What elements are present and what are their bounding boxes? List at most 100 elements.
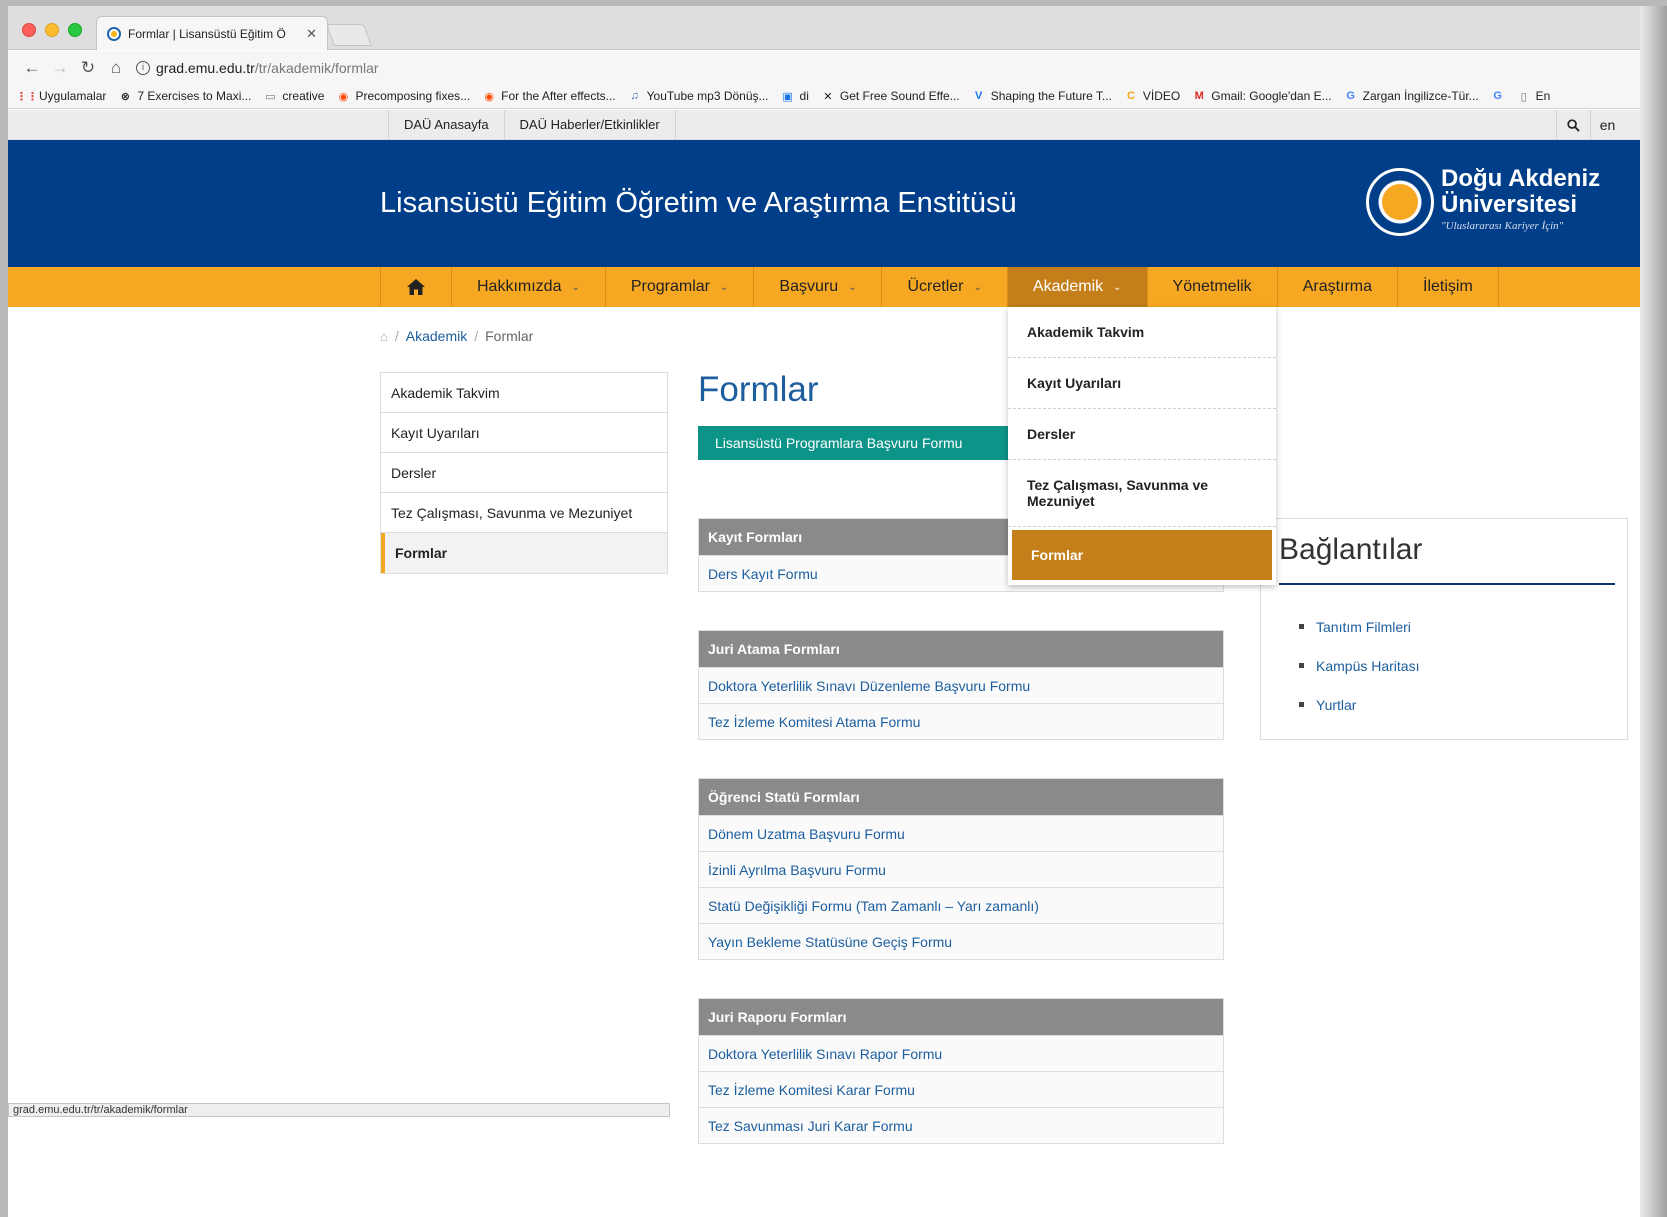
window-edge-shadow [1640,6,1667,1217]
form-section-heading: Juri Raporu Formları [699,999,1223,1035]
links-panel-item[interactable]: Tanıtım Filmleri [1299,607,1419,646]
logo-line-2: Üniversitesi [1441,191,1578,218]
bookmark-item[interactable]: M Gmail: Google'dan E... [1192,89,1332,103]
gmail-icon: M [1194,90,1204,102]
site-favicon-icon [107,26,121,41]
page-icon: ▯ [1520,90,1527,103]
circle-x-icon: ⊗ [120,90,130,103]
new-tab-button[interactable] [325,24,373,46]
browser-tab[interactable]: Formlar | Lisansüstü Eğitim Ö ✕ [96,16,328,50]
form-link[interactable]: Statü Değişikliği Formu (Tam Zamanlı – Y… [699,887,1223,923]
links-panel-item[interactable]: Kampüs Haritası [1299,646,1419,685]
form-section: Öğrenci Statü Formları Dönem Uzatma Başvu… [698,778,1224,960]
links-panel-title: Bağlantılar [1279,533,1423,566]
nav-item-5[interactable]: Akademik ⌄ [1007,267,1148,307]
home-icon[interactable]: ⌂ [102,58,130,78]
main-navigation: Hakkımızda ⌄ Programlar ⌄ Başvuru ⌄ Ücretler ⌄ A… [8,267,1667,307]
bookmark-item[interactable]: ◉ Precomposing fixes... [336,89,471,103]
nav-item-label: Programlar [630,278,710,295]
search-icon[interactable] [1556,110,1590,140]
dropdown-item[interactable]: Formlar [1012,530,1272,580]
dropdown-item[interactable]: Tez Çalışması, Savunma ve Mezuniyet [1008,460,1276,527]
nav-item-6[interactable]: Yönetmelik [1148,267,1278,307]
bookmark-item[interactable]: ◉ For the After effects... [482,89,616,103]
nav-item-1[interactable]: Hakkımızda ⌄ [452,267,606,307]
tab-close-icon[interactable]: ✕ [306,26,317,42]
v-logo-icon: V [975,90,983,102]
bookmark-label: YouTube mp3 Dönüş... [646,89,769,103]
nav-item-8[interactable]: İletişim [1398,267,1499,307]
nav-item-4[interactable]: Ücretler ⌄ [882,267,1008,307]
side-menu-item[interactable]: Akademik Takvim [381,373,667,413]
dropdown-item[interactable]: Kayıt Uyarıları [1008,358,1276,409]
bookmark-item[interactable]: ▣ di [781,89,809,103]
maximize-window-button[interactable] [68,23,82,37]
chevron-down-icon: ⌄ [973,281,982,293]
info-icon[interactable]: i [136,60,150,75]
dropdown-item[interactable]: Dersler [1008,409,1276,460]
url-host: grad.emu.edu.tr [156,59,255,76]
form-link[interactable]: Yayın Bekleme Statüsüne Geçiş Formu [699,923,1223,959]
bookmark-item[interactable]: ⋮⋮ Uygulamalar [16,89,106,103]
dropdown-item[interactable]: Akademik Takvim [1008,307,1276,358]
bookmark-item[interactable]: V Shaping the Future T... [972,89,1112,103]
form-link[interactable]: Tez İzleme Komitesi Atama Formu [699,703,1223,739]
side-menu-item[interactable]: Dersler [381,453,667,493]
reload-icon[interactable]: ↻ [74,58,102,78]
form-link[interactable]: Dönem Uzatma Başvuru Formu [699,815,1223,851]
tab-strip: Formlar | Lisansüstü Eğitim Ö ✕ [8,6,1667,50]
bookmark-item[interactable]: ▯ En [1517,89,1551,103]
breadcrumb-separator: / [474,328,479,344]
back-arrow-icon[interactable]: ← [18,58,46,78]
site-title[interactable]: Lisansüstü Eğitim Öğretim ve Araştırma E… [380,187,1017,220]
nav-item-2[interactable]: Programlar ⌄ [606,267,755,307]
form-section: Juri Atama Formları Doktora Yeterlilik Sı… [698,630,1224,740]
form-link[interactable]: Doktora Yeterlilik Sınavı Düzenleme Başv… [699,667,1223,703]
bookmark-label: For the After effects... [501,89,616,103]
logo-line-1: Doğu Akdeniz [1441,165,1601,192]
nav-item-3[interactable]: Başvuru ⌄ [754,267,883,307]
form-link[interactable]: İzinli Ayrılma Başvuru Formu [699,851,1223,887]
bookmark-item[interactable]: ♫ YouTube mp3 Dönüş... [628,89,769,103]
side-menu-item[interactable]: Formlar [381,533,667,573]
breadcrumb-item-akademik[interactable]: Akademik [406,328,467,344]
university-seal-icon[interactable] [1366,168,1434,236]
address-bar[interactable]: i grad.emu.edu.tr/tr/akademik/formlar [136,56,379,80]
topbar-link-haberler[interactable]: DAÜ Haberler/Etkinlikler [503,110,676,140]
form-link[interactable]: Tez İzleme Komitesi Karar Formu [699,1071,1223,1107]
bookmark-label: En [1535,89,1551,103]
nav-home-button[interactable] [381,267,452,307]
side-menu-item[interactable]: Tez Çalışması, Savunma ve Mezuniyet [381,493,667,533]
breadcrumb-home-icon[interactable]: ⌂ [380,329,388,344]
side-menu-item[interactable]: Kayıt Uyarıları [381,413,667,453]
university-logo[interactable]: Doğu Akdeniz Üniversitesi "Uluslararası … [1441,165,1601,233]
bookmark-item[interactable]: ⊗ 7 Exercises to Maxi... [118,89,252,103]
bookmark-item[interactable]: ▭ creative [263,89,324,103]
bookmark-label: creative [282,89,325,103]
bookmark-label: VİDEO [1142,89,1181,103]
close-window-button[interactable] [22,23,36,37]
bookmark-item[interactable]: G [1491,89,1505,103]
form-link[interactable]: Doktora Yeterlilik Sınavı Rapor Formu [699,1035,1223,1071]
links-panel-item[interactable]: Yurtlar [1299,685,1419,724]
form-section: Juri Raporu Formları Doktora Yeterlilik S… [698,998,1224,1144]
breadcrumb-item-current: Formlar [485,328,534,344]
language-switch[interactable]: en [1590,110,1624,140]
reddit-icon: ◉ [338,90,349,103]
nav-item-label: Ücretler [907,278,964,295]
topbar-link-anasayfa[interactable]: DAÜ Anasayfa [388,110,504,140]
bullet-icon [1299,624,1304,629]
forward-arrow-icon[interactable]: → [46,58,74,78]
bookmark-item[interactable]: C VİDEO [1124,89,1180,103]
nav-item-7[interactable]: Araştırma [1278,267,1399,307]
bookmarks-bar: ⋮⋮ Uygulamalar ⊗ 7 Exercises to Maxi... ▭ cre… [8,84,1667,109]
chevron-down-icon: ⌄ [720,281,729,293]
form-link[interactable]: Tez Savunması Juri Karar Formu [699,1107,1223,1143]
bookmark-item[interactable]: G Zargan İngilizce-Tür... [1344,89,1479,103]
minimize-window-button[interactable] [45,23,59,37]
bookmark-item[interactable]: ✕ Get Free Sound Effe... [821,89,959,103]
bookmark-label: Zargan İngilizce-Tür... [1362,89,1479,103]
apps-grid-icon: ⋮⋮ [16,90,38,103]
top-utility-bar: DAÜ Anasayfa DAÜ Haberler/Etkinlikler en [8,110,1667,140]
nav-item-label: İletişim [1423,278,1473,295]
